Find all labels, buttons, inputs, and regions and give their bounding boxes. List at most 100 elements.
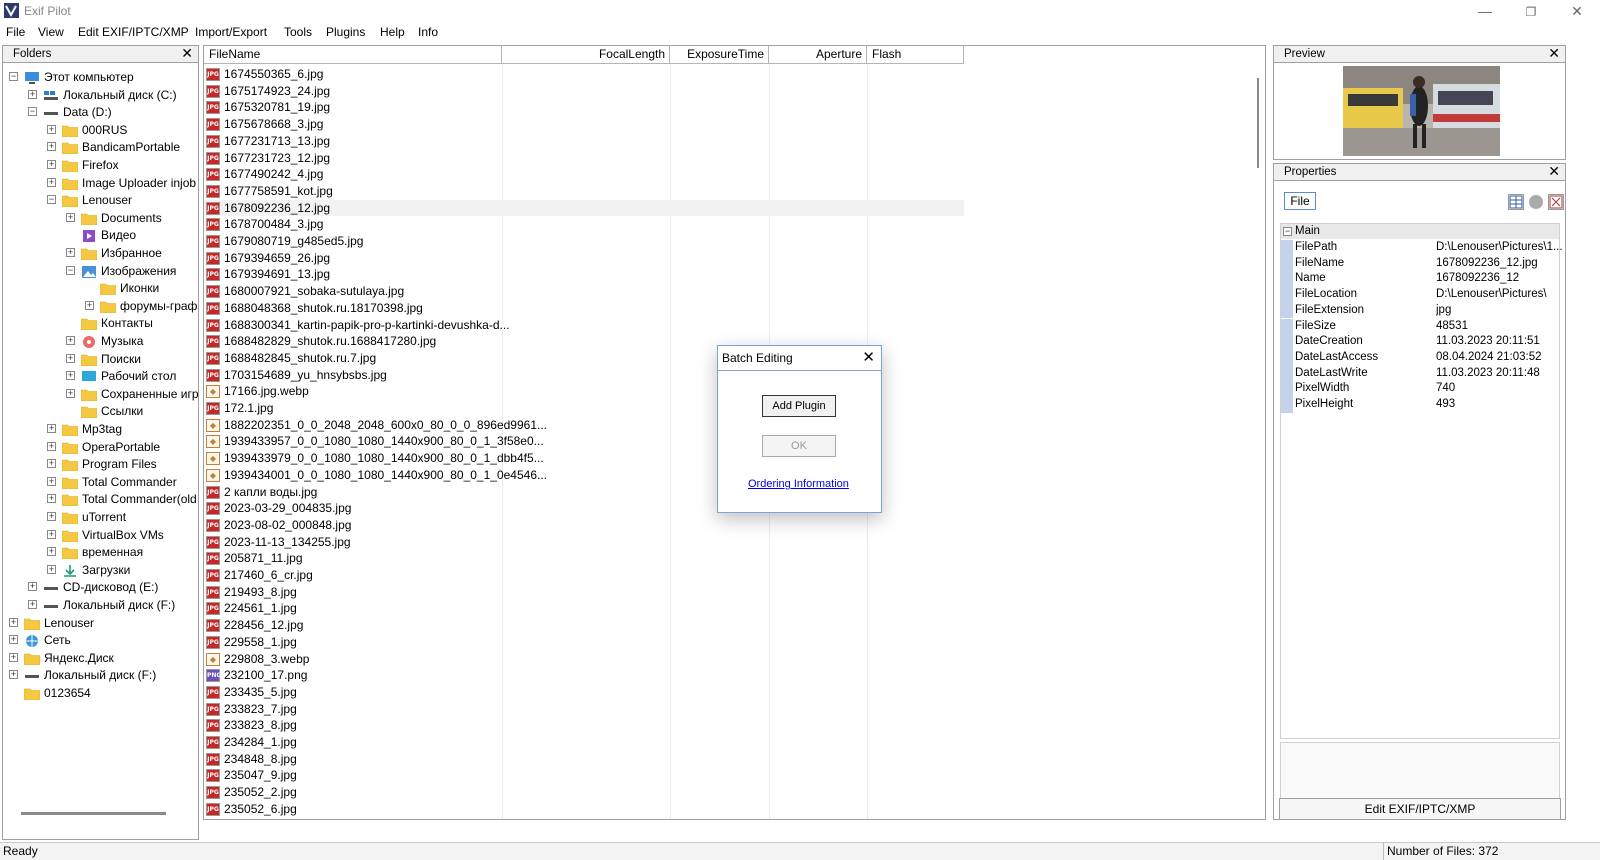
- tree-item[interactable]: + Total Commander: [3, 473, 198, 491]
- menu-view[interactable]: View: [38, 25, 64, 39]
- ordering-information-link[interactable]: Ordering Information: [748, 478, 849, 490]
- property-row[interactable]: FileSize 48531: [1281, 318, 1561, 335]
- menu-import-export[interactable]: Import/Export: [195, 25, 267, 39]
- tree-item[interactable]: + Lenouser: [3, 614, 198, 632]
- expand-icon[interactable]: +: [47, 564, 56, 574]
- tree-item[interactable]: + Загрузки: [3, 561, 198, 579]
- menu-tools[interactable]: Tools: [284, 25, 312, 39]
- expand-icon[interactable]: +: [28, 600, 37, 609]
- file-row[interactable]: JPG 1678700484_3.jpg: [204, 216, 964, 233]
- expand-icon[interactable]: +: [9, 670, 18, 680]
- vertical-scrollbar[interactable]: [1257, 78, 1259, 168]
- tree-item[interactable]: + uTorrent: [3, 508, 198, 526]
- tree-item[interactable]: + Image Uploader injob: [3, 174, 198, 192]
- expand-icon[interactable]: +: [47, 494, 56, 504]
- column-header-flash[interactable]: Flash: [867, 46, 964, 64]
- close-folders-icon[interactable]: ✕: [181, 45, 193, 61]
- column-header-focallength[interactable]: FocalLength: [502, 46, 670, 64]
- expand-icon[interactable]: +: [9, 652, 18, 662]
- column-header-exposuretime[interactable]: ExposureTime: [670, 46, 769, 64]
- file-row[interactable]: JPG 1677758591_kot.jpg: [204, 183, 964, 200]
- file-row[interactable]: JPG 1688048368_shutok.ru.18170398.jpg: [204, 300, 964, 317]
- tree-item[interactable]: + OperaPortable: [3, 438, 198, 456]
- tree-item[interactable]: + Сеть: [3, 631, 198, 649]
- circle-icon[interactable]: [1528, 194, 1544, 210]
- delete-icon[interactable]: [1548, 194, 1564, 210]
- tree-item[interactable]: + временная: [3, 543, 198, 561]
- horizontal-scrollbar[interactable]: [21, 812, 166, 815]
- ok-button[interactable]: OK: [762, 435, 836, 457]
- expand-icon[interactable]: +: [28, 582, 37, 592]
- expand-icon[interactable]: +: [66, 212, 75, 222]
- tree-item[interactable]: Ссылки: [3, 402, 198, 420]
- file-row[interactable]: JPG 1675174923_24.jpg: [204, 83, 964, 100]
- file-row[interactable]: JPG 219493_8.jpg: [204, 584, 964, 601]
- expand-icon[interactable]: +: [66, 353, 75, 363]
- expand-icon[interactable]: +: [66, 388, 75, 398]
- property-row[interactable]: FilePath D:\Lenouser\Pictures\1...: [1281, 240, 1563, 256]
- tree-item[interactable]: Контакты: [3, 314, 198, 332]
- tree-item[interactable]: + Яндекс.Диск: [3, 649, 198, 667]
- property-row[interactable]: PixelHeight 493: [1281, 397, 1561, 413]
- edit-exif-button[interactable]: Edit EXIF/IPTC/XMP: [1279, 798, 1561, 820]
- tree-item[interactable]: + Музыка: [3, 332, 198, 350]
- menu-edit-exif-iptc-xmp[interactable]: Edit EXIF/IPTC/XMP: [78, 25, 189, 39]
- file-row[interactable]: JPG 228456_12.jpg: [204, 617, 964, 634]
- menu-plugins[interactable]: Plugins: [326, 25, 365, 39]
- expand-icon[interactable]: +: [47, 441, 56, 451]
- file-row[interactable]: JPG 235052_2.jpg: [204, 784, 964, 801]
- collapse-icon[interactable]: −: [9, 72, 18, 81]
- menu-info[interactable]: Info: [418, 25, 438, 39]
- tree-item[interactable]: + Mp3tag: [3, 420, 198, 438]
- file-row[interactable]: ◆ 229808_3.webp: [204, 651, 964, 668]
- grid-view-icon[interactable]: [1508, 194, 1524, 210]
- tree-item[interactable]: +000RUS: [3, 121, 198, 139]
- file-row[interactable]: JPG 2023-08-02_000848.jpg: [204, 517, 964, 534]
- tree-item[interactable]: + Локальный диск (C:): [3, 86, 198, 104]
- file-row[interactable]: JPG 1688300341_kartin-papik-pro-p-kartink…: [204, 317, 964, 334]
- file-row[interactable]: JPG 229558_1.jpg: [204, 634, 964, 651]
- collapse-icon[interactable]: −: [47, 195, 56, 205]
- tree-item[interactable]: + VirtualBox VMs: [3, 526, 198, 544]
- tree-item[interactable]: − Data (D:): [3, 103, 198, 121]
- tree-item[interactable]: + Локальный диск (F:): [3, 596, 198, 614]
- property-row[interactable]: DateCreation 11.03.2023 20:11:51: [1281, 334, 1561, 350]
- property-row[interactable]: DateLastAccess 08.04.2024 21:03:52: [1281, 349, 1561, 366]
- file-row[interactable]: JPG 233823_8.jpg: [204, 717, 964, 734]
- close-preview-icon[interactable]: ✕: [1548, 45, 1560, 61]
- expand-icon[interactable]: +: [47, 459, 56, 469]
- collapse-icon[interactable]: −: [28, 107, 37, 117]
- expand-icon[interactable]: +: [66, 371, 75, 381]
- menu-help[interactable]: Help: [380, 25, 405, 39]
- file-row[interactable]: JPG 1679394691_13.jpg: [204, 266, 964, 283]
- tree-item[interactable]: + Documents: [3, 209, 198, 227]
- expand-icon[interactable]: +: [66, 336, 75, 345]
- tree-item[interactable]: Иконки: [3, 279, 198, 297]
- tree-item[interactable]: + Локальный диск (F:): [3, 666, 198, 684]
- property-row[interactable]: DateLastWrite 11.03.2023 20:11:48: [1281, 365, 1561, 382]
- tree-item[interactable]: + Поиски: [3, 350, 198, 368]
- property-row[interactable]: FileName 1678092236_12.jpg: [1281, 255, 1561, 272]
- expand-icon[interactable]: +: [47, 424, 56, 433]
- property-row[interactable]: Name 1678092236_12: [1281, 271, 1561, 288]
- tree-item[interactable]: 0123654: [3, 684, 198, 702]
- expand-icon[interactable]: +: [9, 635, 18, 645]
- menu-file[interactable]: File: [6, 25, 25, 39]
- tree-item[interactable]: + форумы-граф: [3, 297, 198, 315]
- file-row[interactable]: PNG 232100_17.png: [204, 667, 964, 684]
- file-row[interactable]: JPG 1677231713_13.jpg: [204, 133, 964, 150]
- property-row[interactable]: FileExtension jpg: [1281, 302, 1561, 319]
- expand-icon[interactable]: +: [47, 124, 56, 134]
- expand-icon[interactable]: +: [47, 529, 56, 539]
- tree-item[interactable]: + Total Commander(old: [3, 490, 198, 508]
- tree-item[interactable]: + Рабочий стол: [3, 367, 198, 385]
- section-main[interactable]: − Main: [1281, 224, 1559, 239]
- file-row[interactable]: JPG 234284_1.jpg: [204, 734, 964, 751]
- file-row[interactable]: JPG 233823_7.jpg: [204, 701, 964, 718]
- expand-icon[interactable]: +: [47, 547, 56, 557]
- tree-item[interactable]: + Program Files: [3, 455, 198, 473]
- expand-icon[interactable]: +: [47, 476, 56, 486]
- collapse-icon[interactable]: −: [66, 265, 75, 275]
- file-row[interactable]: JPG 1674550365_6.jpg: [204, 66, 964, 83]
- expand-icon[interactable]: +: [47, 142, 56, 152]
